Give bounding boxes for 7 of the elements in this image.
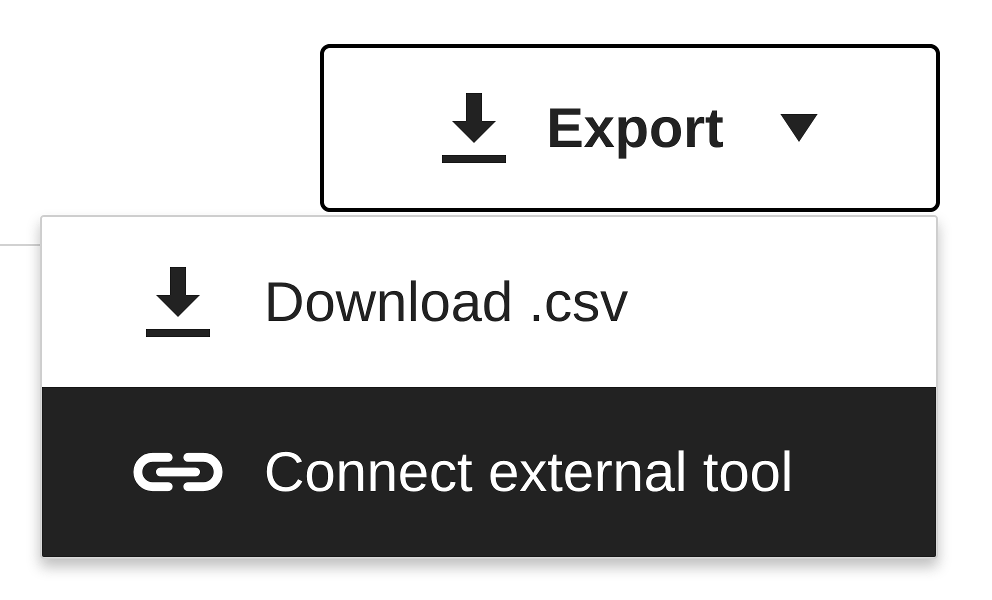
export-button[interactable]: Export [320,44,940,212]
link-icon [133,452,223,492]
download-icon [442,93,506,163]
caret-icon [780,114,818,142]
download-icon [146,264,210,340]
menu-item[interactable]: Connect external tool [42,387,936,557]
menu-item[interactable]: Download .csv [42,217,936,387]
